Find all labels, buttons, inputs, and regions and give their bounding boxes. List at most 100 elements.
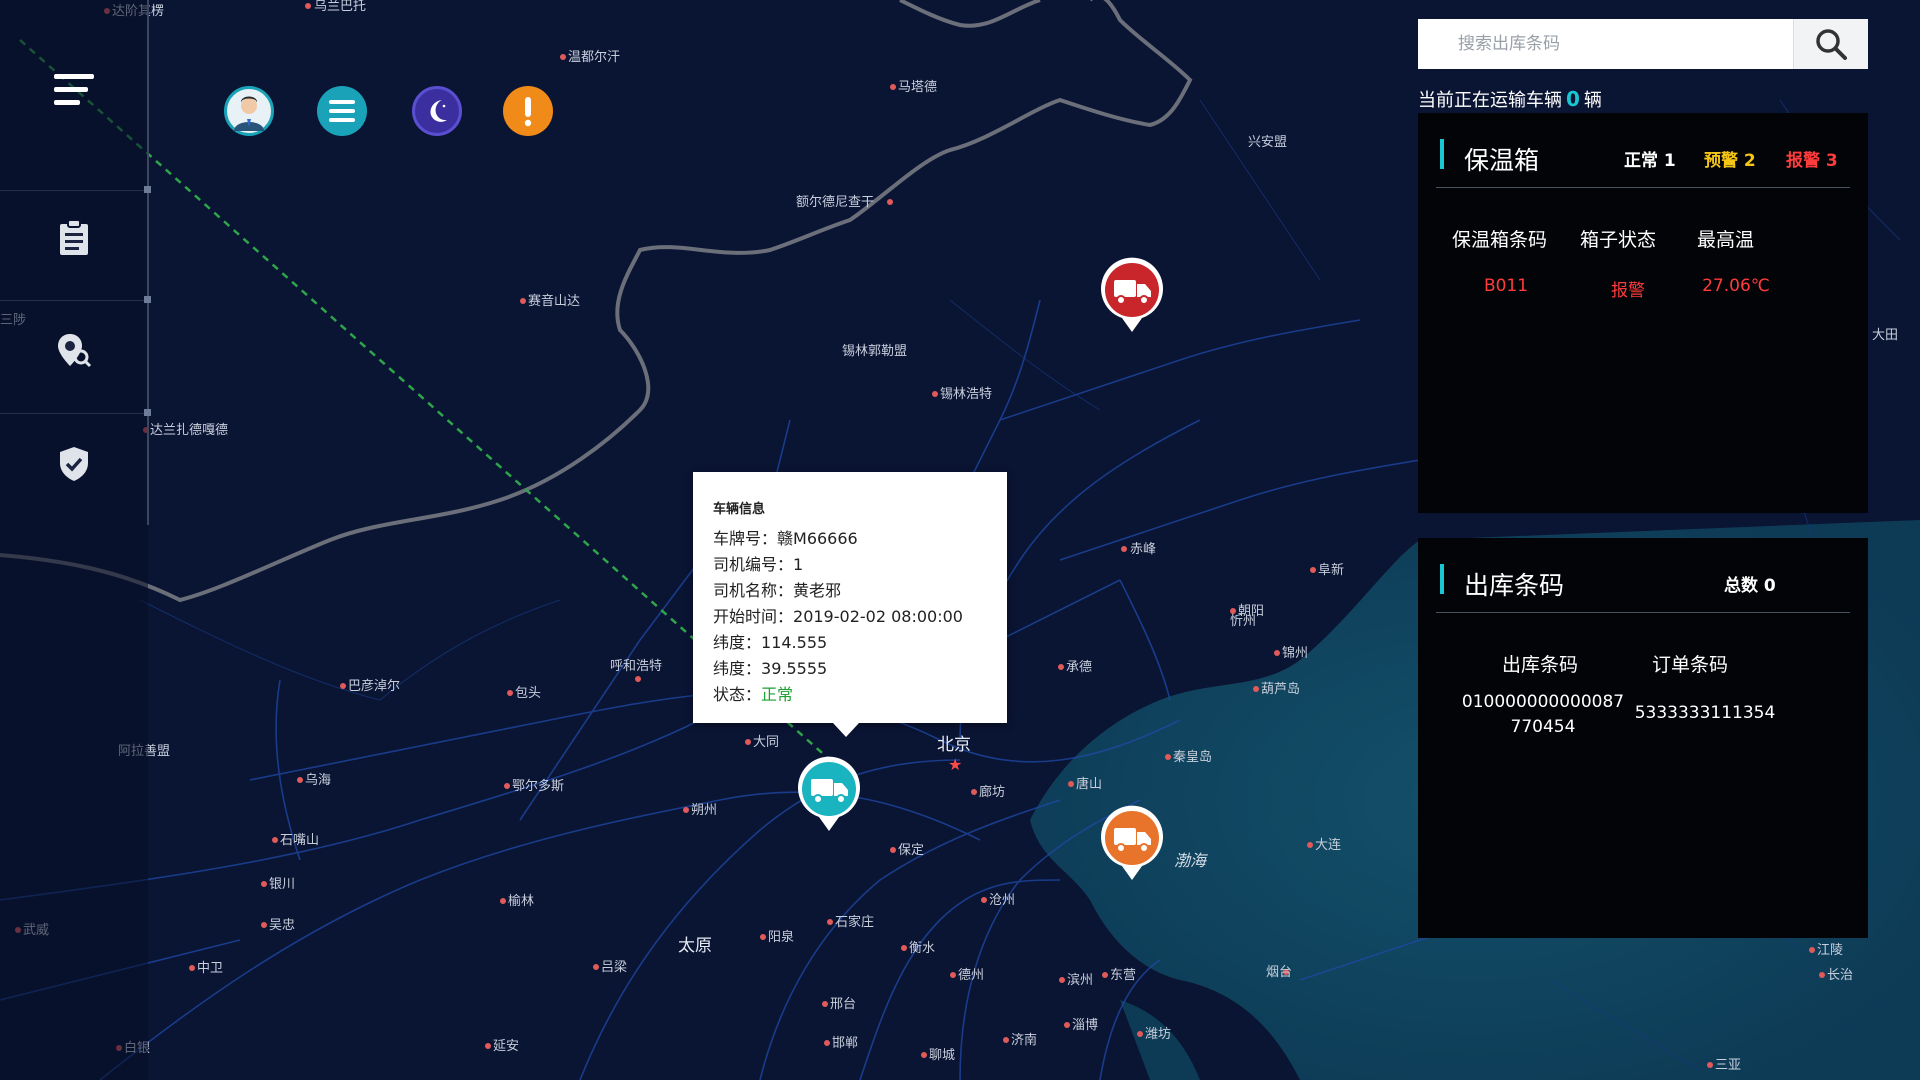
- location-button[interactable]: [50, 326, 98, 374]
- city-label: 兴安盟: [1248, 135, 1287, 150]
- city-label: 赤峰: [1130, 542, 1156, 557]
- menu-button[interactable]: [50, 66, 98, 114]
- city-label: 呼和浩特: [610, 659, 662, 674]
- status-value: 正常: [761, 685, 794, 704]
- search-icon: [1816, 29, 1847, 60]
- search-input[interactable]: [1418, 19, 1793, 69]
- popup-pointer: [833, 723, 859, 737]
- order-code[interactable]: 5333333111354: [1615, 703, 1795, 723]
- city-label: 大连: [1315, 837, 1341, 853]
- panel-title: 保温箱: [1464, 146, 1540, 175]
- warning-stat[interactable]: 预警 2: [1704, 146, 1756, 171]
- left-sidebar: [0, 0, 148, 1080]
- city-label: 石家庄: [835, 914, 874, 930]
- normal-label: 正常: [1624, 151, 1658, 171]
- popup-driver-name-row: 司机名称：黄老邪: [713, 578, 987, 604]
- outbound-code-line: 010000000000087: [1461, 692, 1625, 712]
- city-label: 聊城: [929, 1048, 955, 1063]
- city-label: 沧州: [989, 892, 1015, 908]
- city-label: 锦州: [1282, 646, 1308, 661]
- night-mode-button[interactable]: [412, 86, 462, 136]
- sidebar-separator: [0, 300, 148, 301]
- popup-start-time-row: 开始时间：2019-02-02 08:00:00: [713, 604, 987, 630]
- city-label: 太原: [678, 936, 712, 956]
- plate-value: 赣M66666: [777, 529, 858, 548]
- latitude-label: 纬度：: [713, 633, 762, 652]
- panel-accent-bar: [1440, 564, 1444, 594]
- driver-id-label: 司机编号：: [713, 555, 794, 574]
- city-label: 银川: [269, 877, 295, 892]
- city-label: 锡林浩特: [940, 387, 992, 402]
- city-label: 榆林: [508, 894, 534, 909]
- list-icon: [329, 100, 355, 122]
- city-label: 忻州: [1230, 614, 1256, 629]
- total-label: 总数: [1724, 576, 1758, 596]
- city-label: 石嘴山: [280, 833, 319, 848]
- city-label: 烟台: [1266, 965, 1292, 980]
- city-label: 巴彦淖尔: [348, 678, 400, 694]
- alarm-stat[interactable]: 报警 3: [1786, 146, 1838, 171]
- normal-count: 1: [1663, 151, 1676, 171]
- status-label: 状态：: [713, 685, 762, 704]
- city-label: 锡林郭勒盟: [842, 343, 907, 359]
- sea-label: 渤海: [1174, 851, 1208, 870]
- alarm-label: 报警: [1786, 151, 1820, 171]
- column-header: 箱子状态: [1580, 229, 1657, 251]
- shield-check-icon: [60, 447, 88, 481]
- normal-stat[interactable]: 正常 1: [1624, 146, 1676, 171]
- moon-icon: [430, 100, 447, 122]
- city-label: 朔州: [691, 803, 717, 818]
- alert-button[interactable]: [503, 86, 553, 136]
- truck-pin-icon: [1101, 805, 1163, 880]
- warning-label: 预警: [1704, 151, 1738, 171]
- column-header: 订单条码: [1652, 654, 1729, 676]
- orders-button[interactable]: [50, 214, 98, 262]
- warning-count: 2: [1743, 151, 1756, 171]
- latitude-value: 39.5555: [761, 659, 828, 678]
- list-button[interactable]: [317, 86, 367, 136]
- city-label: 赛音山达: [528, 293, 580, 309]
- column-header: 最高温: [1697, 229, 1755, 251]
- column-header: 保温箱条码: [1452, 229, 1548, 251]
- vehicle-info-popup: 车辆信息 车牌号：赣M66666 司机编号：1 司机名称：黄老邪 开始时间：20…: [693, 472, 1007, 737]
- truck-pin-icon: [798, 756, 860, 831]
- city-label: 江陵: [1817, 943, 1843, 958]
- city-label: 阜新: [1318, 562, 1344, 578]
- city-label: 大田: [1872, 328, 1898, 343]
- thermal-box-code[interactable]: B011: [1456, 276, 1556, 296]
- city-label: 乌海: [305, 772, 331, 788]
- total-count: 0: [1763, 576, 1776, 596]
- panel-header: 保温箱 正常 1 预警 2 报警 3: [1436, 113, 1850, 188]
- thermal-box-status: 报警: [1611, 281, 1645, 301]
- column-header: 出库条码: [1502, 654, 1579, 676]
- city-label: 额尔德尼查干: [796, 195, 874, 210]
- truck-marker-normal[interactable]: [795, 755, 863, 833]
- city-label: 包头: [515, 686, 541, 701]
- city-label: 保定: [898, 843, 924, 858]
- transit-prefix: 当前正在运输车辆: [1418, 90, 1562, 111]
- popup-plate-row: 车牌号：赣M66666: [713, 526, 987, 552]
- location-search-icon: [58, 334, 92, 368]
- city-label: 三亚: [1715, 1058, 1741, 1073]
- driver-profile-button[interactable]: [224, 86, 274, 136]
- search-bar: [1418, 19, 1868, 69]
- truck-marker-alarm[interactable]: [1098, 256, 1166, 334]
- transit-count: 0: [1566, 87, 1580, 111]
- security-button[interactable]: [50, 440, 98, 488]
- capital-star-icon: ★: [948, 755, 962, 774]
- transit-status: 当前正在运输车辆 0 辆: [1418, 86, 1602, 112]
- alert-icon: [524, 97, 532, 127]
- panel-title: 出库条码: [1464, 571, 1565, 600]
- city-label: 大同: [753, 735, 779, 750]
- city-label: 滨州: [1067, 972, 1093, 988]
- city-label: 鄂尔多斯: [512, 778, 564, 794]
- outbound-code[interactable]: 010000000000087 770454: [1448, 690, 1638, 740]
- truck-marker-warning[interactable]: [1098, 804, 1166, 882]
- plate-label: 车牌号：: [713, 529, 778, 548]
- driver-id-value: 1: [793, 555, 804, 574]
- city-label: 德州: [958, 968, 984, 983]
- search-button[interactable]: [1793, 19, 1868, 69]
- city-label: 吴忠: [269, 918, 295, 933]
- thermal-box-panel: 保温箱 正常 1 预警 2 报警 3 保温箱条码 箱子状态 最高温 B011 报…: [1418, 113, 1868, 513]
- driver-avatar-icon: [234, 96, 264, 131]
